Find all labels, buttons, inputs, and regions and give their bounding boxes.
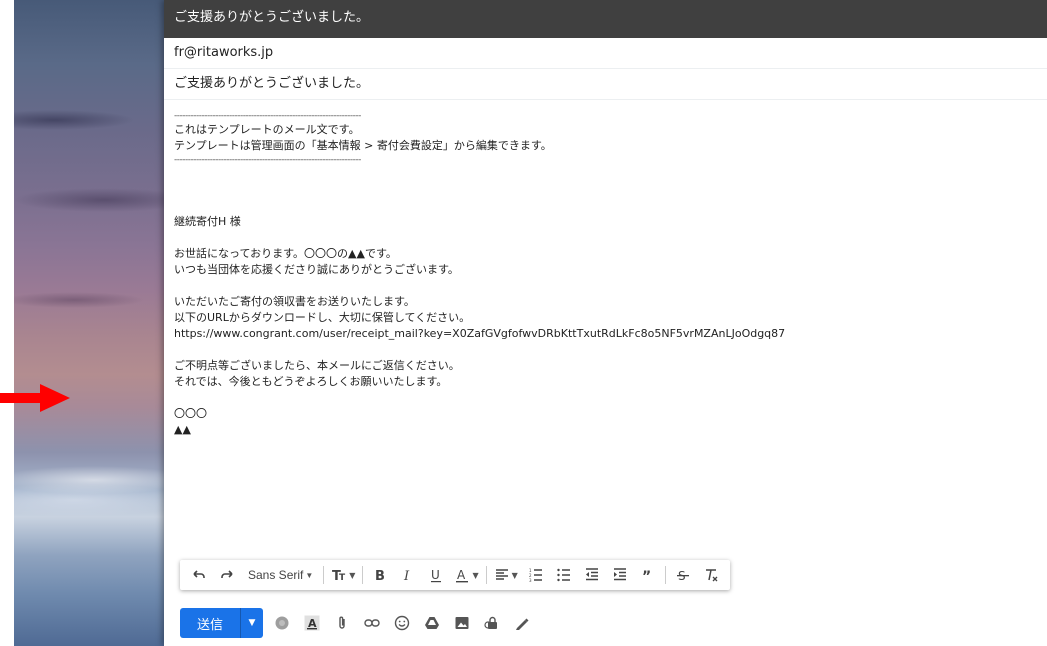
font-family-label: Sans Serif [248,568,304,582]
indent-more-icon[interactable] [607,562,633,588]
toolbar-divider [323,566,325,584]
redo-icon[interactable] [214,562,240,588]
drive-icon[interactable] [421,612,443,634]
text-color-icon[interactable]: A ▼ [451,562,481,588]
divider-line: ----------------------------------------… [174,111,361,121]
bulleted-list-icon[interactable] [551,562,577,588]
compose-title-bar[interactable]: ご支援ありがとうございました。 [164,0,1047,38]
attach-icon[interactable] [331,612,353,634]
signature-org: 〇〇〇 [174,407,207,420]
greeting-line: お世話になっております。〇〇〇の▲▲です。 [174,247,397,260]
photo-icon[interactable] [451,612,473,634]
bold-icon[interactable]: B [367,562,393,588]
divider-line: ----------------------------------------… [174,155,361,165]
svg-text:U: U [431,568,440,582]
toolbar-divider [485,566,487,584]
to-field[interactable]: fr@ritaworks.jp [164,38,1047,69]
compose-window: ご支援ありがとうございました。 fr@ritaworks.jp ご支援ありがとう… [164,0,1047,646]
svg-text:”: ” [642,569,651,583]
more-send-options-icon[interactable]: ▼ [240,608,263,638]
addressee-line: 継続寄付H 様 [174,215,241,228]
signature-name: ▲▲ [174,423,191,436]
red-arrow-annotation [0,384,70,412]
svg-text:T: T [339,573,346,583]
receipt-url[interactable]: https://www.congrant.com/user/receipt_ma… [174,326,1037,342]
quote-icon[interactable]: ” [635,562,661,588]
indent-less-icon[interactable] [579,562,605,588]
formatting-toolbar: Sans Serif ▼ TT ▼ B I U A ▼ ▼ 123 ” [180,560,730,590]
toolbar-divider [664,566,666,584]
signature-icon[interactable] [511,612,533,634]
undo-icon[interactable] [186,562,212,588]
receipt-line: 以下のURLからダウンロードし、大切に保管してください。 [174,311,471,324]
compose-actions-bar: 送信 ▼ A [180,608,533,638]
closing-line: それでは、今後ともどうぞよろしくお願いいたします。 [174,375,448,388]
svg-text:B: B [375,569,385,583]
emoji-icon[interactable] [391,612,413,634]
template-notice-line: テンプレートは管理画面の「基本情報 > 寄付会費設定」から編集できます。 [174,139,552,152]
receipt-line: いただいたご寄付の領収書をお送りいたします。 [174,295,415,308]
remove-formatting-icon[interactable] [698,562,724,588]
confidential-icon[interactable] [481,612,503,634]
chevron-down-icon: ▼ [472,570,479,580]
text-size-icon[interactable]: TT ▼ [328,562,358,588]
subject-text: ご支援ありがとうございました。 [174,76,370,91]
strikethrough-icon[interactable]: S [670,562,696,588]
send-button-group: 送信 ▼ [180,608,263,638]
chevron-down-icon: ▼ [305,570,314,580]
svg-text:I: I [403,569,410,583]
chevron-down-icon: ▼ [511,570,518,580]
desktop-background [14,0,164,646]
closing-line: ご不明点等ございましたら、本メールにご返信ください。 [174,359,460,372]
message-body[interactable]: ----------------------------------------… [164,100,1047,438]
font-family-select[interactable]: Sans Serif ▼ [242,562,319,588]
text-formatting-icon[interactable]: A [301,612,323,634]
template-notice-line: これはテンプレートのメール文です。 [174,123,360,136]
compose-title: ご支援ありがとうございました。 [174,10,370,25]
align-icon[interactable]: ▼ [491,562,521,588]
recipient-address: fr@ritaworks.jp [174,45,274,60]
link-icon[interactable] [361,612,383,634]
svg-text:3: 3 [529,578,532,583]
chevron-down-icon: ▼ [349,570,356,580]
subject-field[interactable]: ご支援ありがとうございました。 [164,69,1047,100]
send-button[interactable]: 送信 [180,608,240,638]
toolbar-divider [362,566,364,584]
numbered-list-icon[interactable]: 123 [523,562,549,588]
italic-icon[interactable]: I [395,562,421,588]
svg-text:A: A [457,568,466,582]
formatting-options-icon[interactable] [271,612,293,634]
greeting-line: いつも当団体を応援くださり誠にありがとうございます。 [174,263,459,276]
underline-icon[interactable]: U [423,562,449,588]
